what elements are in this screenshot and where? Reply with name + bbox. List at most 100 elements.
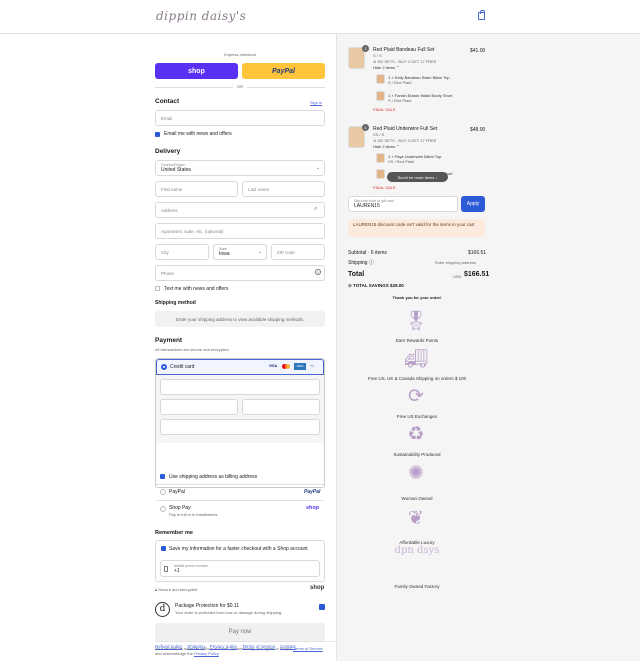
store-logo[interactable]: dippin daisy's (156, 9, 246, 23)
sub-item-image (376, 74, 385, 84)
perk-label: Earn Rewards Points (395, 338, 439, 343)
billing-same-label: Use shipping address as billing address (169, 474, 258, 480)
email-news-checkbox[interactable] (155, 132, 160, 137)
lock-icon: 🔒︎ (155, 587, 158, 592)
legal-and: and acknowledge the (155, 651, 193, 656)
country-select[interactable]: Country/Region United States (155, 160, 325, 176)
mobile-phone-field[interactable]: Mobile phone number +1 (160, 560, 320, 577)
email-field[interactable]: Email (155, 110, 325, 126)
privacy-policy-link[interactable]: Privacy policy (210, 644, 238, 649)
billing-same-checkbox[interactable] (160, 474, 165, 479)
chevron-down-icon: ⌄ (316, 165, 321, 171)
footer-divider (155, 641, 335, 642)
ribbon-icon: 🎖︎ (403, 311, 429, 332)
perk-label: Family Owned Factory (394, 584, 440, 589)
hide-items-label: Hide 2 items (373, 144, 396, 149)
subtotal-label: Subtotal · 6 items (348, 250, 387, 256)
help-icon[interactable]: ? (315, 269, 321, 275)
shipping-link[interactable]: Shipping (187, 644, 205, 649)
scroll-more-label: Scroll for more items (397, 174, 435, 180)
sub-item-image (376, 91, 385, 101)
terms-link[interactable]: Terms of Service (293, 646, 323, 651)
sign-in-link[interactable]: Sign in (310, 100, 322, 105)
product-price: $41.00 (470, 48, 486, 54)
terms-of-service-link[interactable]: Terms of service (242, 644, 275, 649)
bag-icon[interactable] (478, 10, 485, 20)
text-news-checkbox[interactable] (155, 286, 160, 291)
perk-label: Free US, UK & Canada Shipping on orders … (367, 376, 467, 381)
sub-item-image (376, 169, 385, 179)
currency-label: USD (453, 274, 462, 279)
card-number-field[interactable] (160, 379, 320, 395)
shop-pay-sub: Pay in full or in installments (169, 512, 218, 517)
discount-tag-label: DD SETS - BUY 3 GET 17 FREE (377, 59, 437, 64)
payment-methods: Credit card VISA AMEX +1 (155, 358, 325, 488)
protection-logo-icon: d (155, 602, 170, 617)
hide-items-toggle[interactable]: Hide 2 items ⌃ (373, 65, 400, 70)
express-checkout-label: Express checkout (224, 52, 256, 57)
subtotal-value: $166.51 (468, 250, 487, 256)
more-cards-badge: +1 (310, 364, 314, 368)
card-expiry-field[interactable] (160, 399, 238, 415)
contact-title: Contact (155, 98, 180, 105)
card-name-field[interactable] (160, 419, 320, 435)
discount-tag-label: DD SETS - BUY 3 GET 17 FREE (377, 138, 437, 143)
secure-label: Secure and encrypted (158, 587, 198, 592)
sub-item-variant: S / Red Plaid (388, 98, 412, 103)
shipping-label-text: Shipping (348, 260, 368, 266)
city-field[interactable]: City (155, 244, 209, 260)
paypal-radio[interactable] (160, 489, 166, 495)
card-cvc-field[interactable] (242, 399, 320, 415)
refund-policy-link[interactable]: Refund policy (155, 644, 182, 649)
discount-error: LAUREN15 discount code isn't valid for t… (348, 219, 485, 237)
exchange-icon: ⟳ (408, 386, 424, 407)
save-info-checkbox[interactable] (161, 546, 166, 551)
product-price: $48.00 (470, 127, 486, 133)
help-icon: ⓘ (368, 260, 374, 266)
shop-pay-label: Shop Pay (169, 505, 191, 511)
protection-desc: Your order is protected from loss or dam… (175, 610, 283, 615)
shipping-value: Enter shipping address (435, 260, 476, 265)
sub-item-variant: S / Red Plaid (388, 80, 412, 85)
contact-link[interactable]: Contact (280, 644, 296, 649)
discount-field[interactable]: Discount code or gift card LAUREN15 (348, 196, 458, 212)
hide-items-toggle[interactable]: Hide 2 items ⌃ (373, 144, 400, 149)
arrow-down-icon: ↓ (435, 174, 438, 180)
credit-card-label: Credit card (170, 364, 195, 370)
first-name-field[interactable]: First name (155, 181, 238, 197)
search-icon: ⌕ (314, 206, 318, 212)
apartment-field[interactable]: Apartment, suite, etc. (optional) (155, 223, 325, 239)
state-chevron-icon: ⌄ (258, 249, 263, 255)
phone-field[interactable]: Phone (155, 265, 325, 281)
save-info-label: Save my information for a faster checkou… (169, 546, 308, 552)
address-field[interactable]: Address (155, 202, 325, 218)
final-sale-label: FINAL SALE (373, 107, 396, 112)
hide-items-label: Hide 2 items (373, 65, 396, 70)
product-name: Red Plaid Bandeau Full Set (373, 47, 435, 53)
perk-label: Sustainability Produced (393, 452, 441, 457)
truck-icon: 🚚︎ (403, 349, 429, 370)
thanks-message: Thank you for your order! (392, 295, 442, 300)
tag-icon: ⊘ (348, 283, 352, 288)
privacy-link[interactable]: Privacy Policy (194, 651, 219, 656)
discount-value: LAUREN15 (354, 203, 380, 209)
protection-checkbox[interactable] (319, 604, 325, 610)
header: dippin daisy's (0, 0, 640, 34)
shop-pay-button[interactable]: shop (155, 63, 238, 79)
product-discount: ⊘ DD SETS - BUY 3 GET 17 FREE (373, 138, 437, 143)
zip-field[interactable]: ZIP code (271, 244, 325, 260)
pay-now-button[interactable]: Pay now (155, 623, 325, 641)
daisy-icon: ✺ (408, 463, 424, 484)
apply-button[interactable]: Apply (461, 196, 485, 212)
savings-label: TOTAL SAVINGS $29.00 (353, 283, 404, 288)
amex-icon: AMEX (294, 363, 306, 370)
scroll-more-pill[interactable]: Scroll for more items ↓ (387, 172, 448, 182)
paypal-logo: PayPal (304, 489, 321, 495)
dpn-logo-icon: dpn dsys (394, 545, 440, 556)
order-summary: 1 Red Plaid Bandeau Full Set S / S ⊘ DD … (337, 34, 640, 661)
last-name-field[interactable]: Last name (242, 181, 325, 197)
paypal-button[interactable]: PayPal (242, 63, 325, 79)
shop-pay-radio[interactable] (160, 506, 166, 512)
email-news-label: Email me with news and offers (164, 131, 232, 137)
credit-card-radio[interactable] (161, 364, 167, 370)
